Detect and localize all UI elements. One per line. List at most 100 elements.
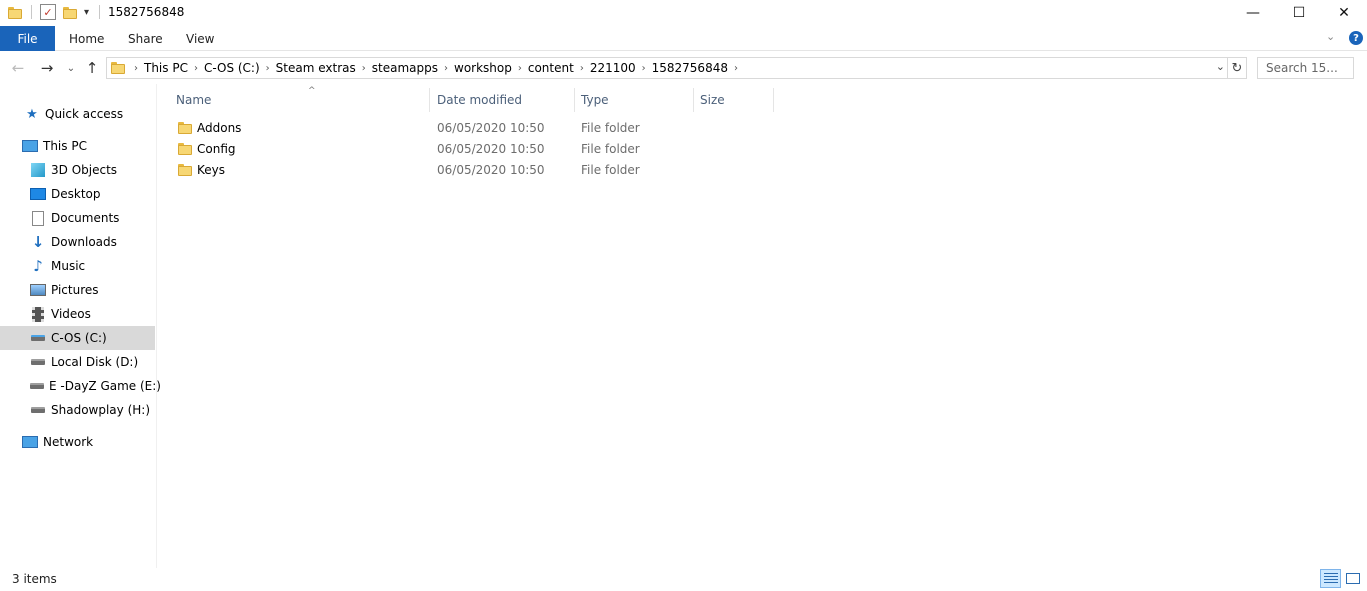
file-date-modified: 06/05/2020 10:50 [437, 162, 545, 177]
breadcrumb-workshop[interactable]: workshop [451, 61, 515, 75]
crumb-separator[interactable]: › [515, 63, 525, 74]
sidebar-item-pictures[interactable]: Pictures [0, 278, 155, 302]
breadcrumb-content[interactable]: content [525, 61, 577, 75]
expand-ribbon-icon[interactable]: ⌄ [1326, 30, 1335, 43]
sidebar-item-label: This PC [43, 139, 87, 153]
column-header-size[interactable]: Size [694, 88, 774, 112]
large-icons-view-button[interactable] [1342, 569, 1363, 588]
address-dropdown-icon[interactable]: ⌄ [1216, 60, 1225, 73]
up-button[interactable]: ↑ [82, 58, 102, 78]
videos-icon [30, 306, 46, 322]
file-name: Keys [197, 162, 226, 177]
crumb-separator[interactable]: › [359, 63, 369, 74]
close-button[interactable]: ✕ [1321, 0, 1367, 25]
breadcrumb-1582756848[interactable]: 1582756848 [649, 61, 731, 75]
column-header-label: Date modified [437, 93, 523, 107]
documents-icon [30, 210, 46, 226]
customize-toolbar-icon[interactable]: ▾ [84, 4, 89, 21]
table-row[interactable]: Keys 06/05/2020 10:50 File folder [170, 159, 650, 180]
breadcrumb-221100[interactable]: 221100 [587, 61, 639, 75]
sidebar-item-label: 3D Objects [51, 163, 118, 177]
pictures-icon [30, 282, 46, 298]
drive-icon [30, 378, 44, 394]
table-row[interactable]: Config 06/05/2020 10:50 File folder [170, 138, 650, 159]
crumb-separator[interactable]: › [131, 63, 141, 74]
sidebar-item-quick-access[interactable]: ★ Quick access [0, 102, 155, 126]
search-input[interactable]: Search 15... [1257, 57, 1354, 79]
column-header-type[interactable]: Type [575, 88, 694, 112]
crumb-separator[interactable]: › [639, 63, 649, 74]
crumb-separator[interactable]: › [441, 63, 451, 74]
drive-icon [30, 354, 46, 370]
crumb-separator[interactable]: › [191, 63, 201, 74]
tab-view[interactable]: View [186, 26, 214, 51]
recent-locations-button[interactable]: ⌄ [61, 58, 81, 78]
folder-icon [178, 117, 192, 138]
sidebar-item-dayz-game-e[interactable]: E -DayZ Game (E:) [0, 374, 161, 398]
folder-glyph [63, 6, 77, 19]
column-header-date-modified[interactable]: Date modified [431, 88, 575, 112]
breadcrumb-steamapps[interactable]: steamapps [369, 61, 441, 75]
ribbon-tabs: File Home Share View ⌄ ? [0, 26, 1367, 51]
crumb-separator[interactable]: › [731, 63, 741, 74]
sidebar-item-label: Videos [51, 307, 91, 321]
folder-icon [178, 138, 192, 159]
sidebar-item-label: C-OS (C:) [51, 331, 107, 345]
details-view-icon [1323, 573, 1338, 584]
sidebar-item-label: Documents [51, 211, 120, 225]
system-drive-icon [30, 330, 46, 346]
sort-ascending-icon: ^ [308, 86, 316, 96]
sidebar-item-network[interactable]: Network [0, 430, 155, 454]
cube-icon [30, 162, 46, 178]
crumb-separator[interactable]: › [577, 63, 587, 74]
file-type: File folder [581, 162, 640, 177]
star-icon: ★ [26, 106, 38, 122]
sidebar-item-label: Shadowplay (H:) [51, 403, 150, 417]
sidebar-item-label: Music [51, 259, 86, 273]
download-icon: ↓ [31, 233, 45, 251]
folder-glyph [8, 6, 22, 19]
refresh-button[interactable]: ↻ [1228, 57, 1247, 79]
sidebar-item-label: Desktop [51, 187, 101, 201]
tab-file[interactable]: File [0, 26, 55, 51]
sidebar-item-c-os[interactable]: C-OS (C:) [0, 326, 155, 350]
sidebar-item-documents[interactable]: Documents [0, 206, 155, 230]
help-icon[interactable]: ? [1349, 31, 1363, 45]
sidebar-item-music[interactable]: ♪ Music [0, 254, 155, 278]
tab-home[interactable]: Home [69, 26, 104, 51]
sidebar-item-label: Network [43, 435, 94, 449]
breadcrumb-this-pc[interactable]: This PC [141, 61, 191, 75]
sidebar-item-label: Downloads [51, 235, 117, 249]
folder-icon [111, 62, 125, 74]
sidebar-item-this-pc[interactable]: This PC [0, 134, 155, 158]
navigation-bar: ← → ⌄ ↑ › This PC › C-OS (C:) › Steam ex… [0, 52, 1367, 83]
breadcrumb-c-os[interactable]: C-OS (C:) [201, 61, 263, 75]
sidebar-item-desktop[interactable]: Desktop [0, 182, 155, 206]
folder-icon[interactable] [8, 4, 22, 21]
file-type: File folder [581, 120, 640, 135]
minimize-button[interactable]: — [1230, 0, 1276, 25]
sidebar-item-3d-objects[interactable]: 3D Objects [0, 158, 155, 182]
navigation-pane: ★ Quick access This PC 3D Objects Deskto… [0, 84, 161, 568]
new-folder-icon[interactable] [63, 4, 77, 21]
sidebar-item-local-disk-d[interactable]: Local Disk (D:) [0, 350, 155, 374]
tab-share[interactable]: Share [128, 26, 163, 51]
sidebar-item-downloads[interactable]: ↓ Downloads [0, 230, 155, 254]
sidebar-item-shadowplay-h[interactable]: Shadowplay (H:) [0, 398, 155, 422]
column-header-label: Name [176, 93, 212, 107]
column-header-label: Type [581, 93, 609, 107]
breadcrumb-steam-extras[interactable]: Steam extras [273, 61, 359, 75]
details-view-button[interactable] [1320, 569, 1341, 588]
file-date-modified: 06/05/2020 10:50 [437, 120, 545, 135]
sidebar-item-label: Quick access [45, 107, 124, 121]
back-button[interactable]: ← [8, 58, 28, 78]
sidebar-item-videos[interactable]: Videos [0, 302, 155, 326]
table-row[interactable]: Addons 06/05/2020 10:50 File folder [170, 117, 650, 138]
maximize-button[interactable]: ☐ [1276, 0, 1322, 25]
computer-icon [22, 138, 38, 154]
address-bar[interactable]: › This PC › C-OS (C:) › Steam extras › s… [106, 57, 1228, 79]
forward-button[interactable]: → [37, 58, 57, 78]
column-header-name[interactable]: ^ Name [170, 86, 430, 112]
properties-icon[interactable]: ✓ [40, 4, 56, 20]
crumb-separator[interactable]: › [263, 63, 273, 74]
